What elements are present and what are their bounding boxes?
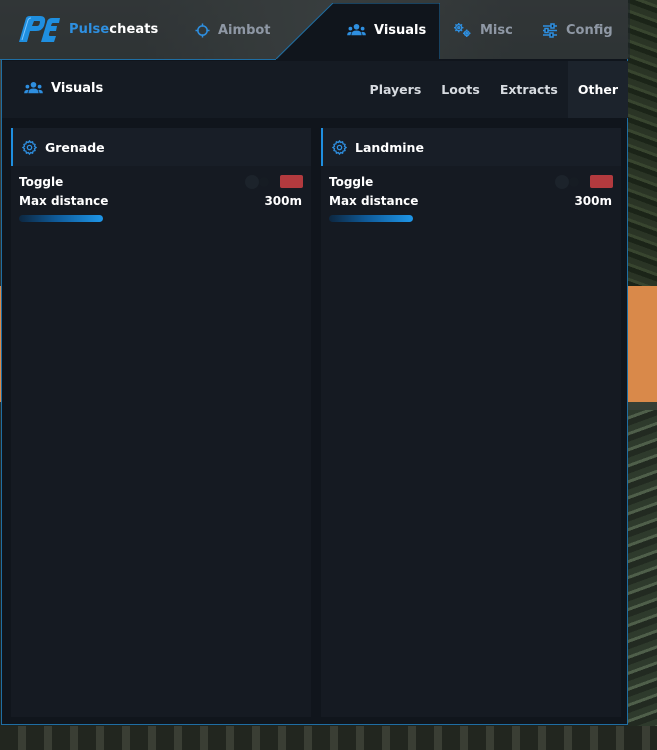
tab-config-label: Config bbox=[566, 22, 613, 38]
users-icon bbox=[24, 81, 43, 94]
section-subtabs: Players Loots Extracts Other bbox=[360, 61, 628, 118]
card-header: Grenade bbox=[11, 128, 311, 166]
brand-prefix: Pulse bbox=[69, 22, 110, 37]
tab-misc-label: Misc bbox=[480, 22, 513, 38]
background-banner bbox=[626, 286, 657, 402]
color-picker[interactable] bbox=[590, 175, 613, 188]
max-distance-value: 300m bbox=[574, 194, 612, 208]
section-title: Visuals bbox=[24, 81, 103, 96]
subtab-other[interactable]: Other bbox=[567, 61, 628, 118]
tab-aimbot[interactable]: Aimbot bbox=[195, 0, 271, 60]
max-distance-label: Max distance bbox=[19, 194, 109, 208]
card-title: Landmine bbox=[355, 139, 424, 155]
tab-visuals-label: Visuals bbox=[374, 22, 427, 38]
toggle-switch[interactable] bbox=[245, 175, 259, 189]
max-distance-label: Max distance bbox=[329, 194, 419, 208]
tab-config[interactable]: Config bbox=[542, 0, 613, 60]
grenade-card: Grenade Toggle Max distance 300m bbox=[11, 128, 311, 717]
color-picker[interactable] bbox=[280, 175, 303, 188]
brand-suffix: cheats bbox=[109, 22, 159, 37]
card-header: Landmine bbox=[321, 128, 621, 166]
max-distance-value: 300m bbox=[264, 194, 302, 208]
gear-icon bbox=[22, 139, 37, 155]
background-foliage bbox=[628, 410, 657, 750]
landmine-toggle[interactable] bbox=[555, 175, 613, 189]
max-distance-slider[interactable] bbox=[19, 215, 103, 222]
tab-visuals[interactable]: Visuals bbox=[347, 0, 426, 60]
section-title-label: Visuals bbox=[51, 81, 104, 96]
toggle-label: Toggle bbox=[329, 175, 374, 189]
pulsecheats-logo-icon bbox=[19, 16, 60, 42]
users-icon bbox=[347, 23, 366, 35]
subtab-extracts[interactable]: Extracts bbox=[490, 61, 568, 118]
background-foliage bbox=[628, 0, 657, 286]
subtab-loots[interactable]: Loots bbox=[431, 61, 490, 118]
crosshair-icon bbox=[195, 22, 210, 38]
top-nav-bar: Pulsecheats Aimbot Visuals Misc Config bbox=[0, 0, 630, 60]
gears-icon bbox=[454, 22, 471, 38]
subtab-players[interactable]: Players bbox=[360, 61, 432, 118]
background-ground bbox=[0, 726, 657, 750]
card-title: Grenade bbox=[45, 139, 105, 155]
gear-icon bbox=[332, 139, 347, 155]
sliders-icon bbox=[543, 22, 557, 38]
tab-aimbot-label: Aimbot bbox=[218, 22, 271, 38]
brand-name: Pulsecheats bbox=[69, 22, 158, 37]
max-distance-slider[interactable] bbox=[329, 215, 413, 222]
toggle-label: Toggle bbox=[19, 175, 64, 189]
grenade-toggle[interactable] bbox=[245, 175, 303, 189]
landmine-card: Landmine Toggle Max distance 300m bbox=[321, 128, 621, 717]
tab-misc[interactable]: Misc bbox=[453, 0, 513, 60]
toggle-switch[interactable] bbox=[555, 175, 569, 189]
